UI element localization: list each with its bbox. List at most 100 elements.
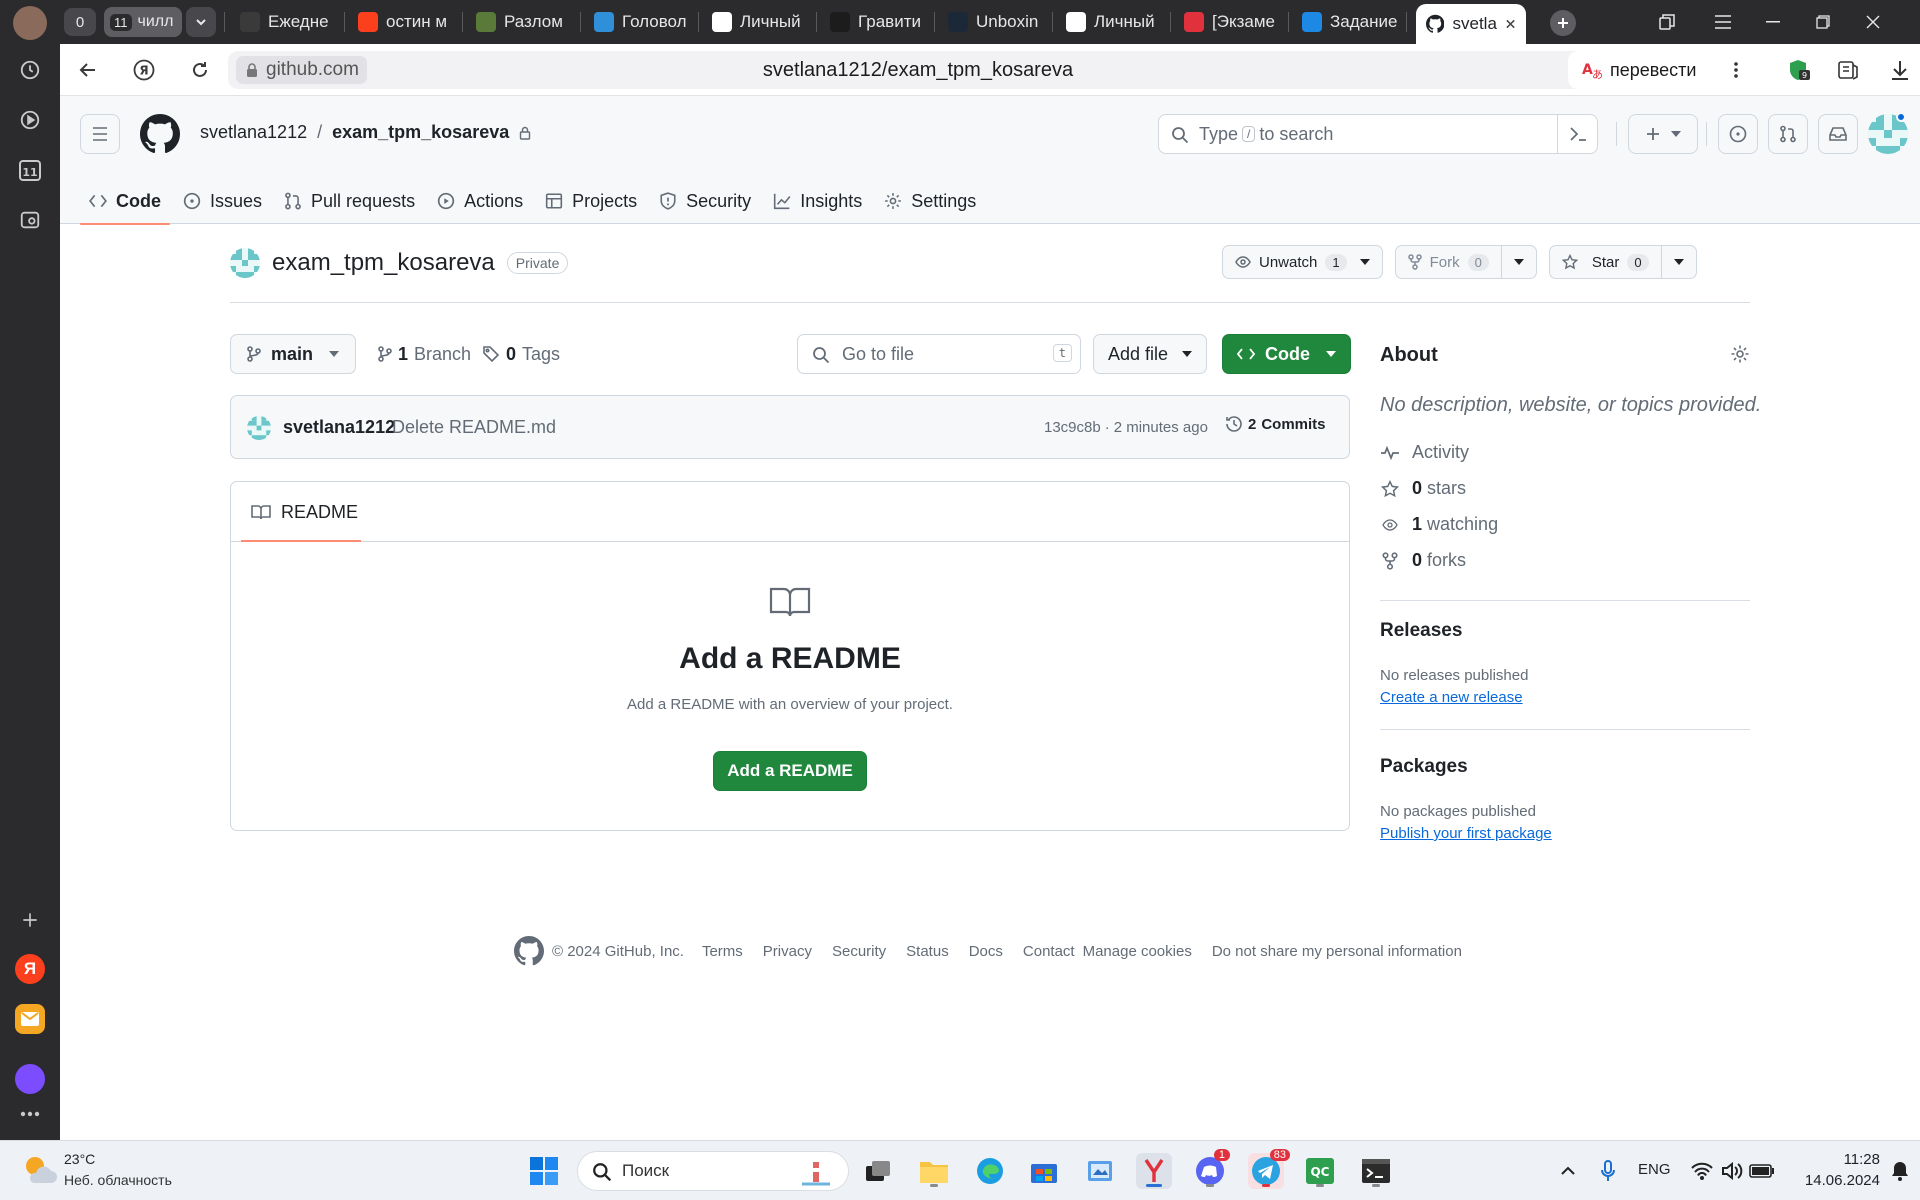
hamburger-menu-icon[interactable] xyxy=(80,114,120,154)
tab-insights[interactable]: Insights xyxy=(764,178,871,224)
file-explorer-icon[interactable] xyxy=(916,1153,952,1189)
url-field[interactable]: svetlana1212/exam_tpm_kosareva github.co… xyxy=(228,51,1608,89)
star-button[interactable]: Star 0 xyxy=(1548,245,1662,279)
tab-projects[interactable]: Projects xyxy=(536,178,646,224)
microphone-icon[interactable] xyxy=(1590,1153,1626,1189)
create-release-link[interactable]: Create a new release xyxy=(1380,689,1523,706)
gear-icon[interactable] xyxy=(1730,344,1750,364)
tab-security[interactable]: Security xyxy=(650,178,760,224)
windows-start-icon[interactable] xyxy=(526,1153,562,1189)
photos-app-icon[interactable] xyxy=(1082,1153,1118,1189)
yandex-icon[interactable]: Я xyxy=(15,954,45,984)
commit-sha[interactable]: 13c9c8b xyxy=(1044,419,1101,436)
branch-selector[interactable]: main xyxy=(230,334,357,374)
breadcrumb-owner[interactable]: svetlana1212 xyxy=(200,122,307,143)
github-logo-icon[interactable] xyxy=(514,936,544,966)
clock-time[interactable]: 11:28 xyxy=(1780,1151,1880,1168)
weather-icon[interactable] xyxy=(22,1153,58,1187)
calendar-icon[interactable]: 11 xyxy=(14,154,46,186)
add-readme-button[interactable]: Add a README xyxy=(713,751,867,791)
profile-avatar[interactable] xyxy=(13,6,47,40)
extension-shield-icon[interactable]: 9 xyxy=(1782,54,1814,86)
readme-tab[interactable]: README xyxy=(241,482,368,542)
browser-tab[interactable]: Разлом xyxy=(466,6,578,38)
tab-group[interactable]: 11 чилл xyxy=(104,7,182,37)
edge-icon[interactable] xyxy=(972,1153,1008,1189)
footer-link[interactable]: Security xyxy=(832,943,886,960)
inbox-button[interactable] xyxy=(1818,114,1858,154)
search-input[interactable]: Type / to search xyxy=(1158,114,1598,154)
go-to-file-input[interactable]: Go to file t xyxy=(797,334,1081,374)
pull-requests-button[interactable] xyxy=(1768,114,1808,154)
stars-link[interactable]: 0 stars xyxy=(1380,478,1466,499)
tab-code[interactable]: Code xyxy=(80,178,170,225)
menu-icon[interactable] xyxy=(1700,0,1746,44)
footer-link[interactable]: Do not share my personal information xyxy=(1212,943,1462,960)
terminal-icon[interactable] xyxy=(1358,1153,1394,1189)
releases-title[interactable]: Releases xyxy=(1380,620,1462,642)
browser-tab[interactable]: [Экзаме xyxy=(1174,6,1286,38)
download-icon[interactable] xyxy=(1884,54,1916,86)
discord-icon[interactable]: 1 xyxy=(1192,1149,1230,1189)
browser-tab[interactable]: Задание xyxy=(1292,6,1404,38)
alice-icon[interactable] xyxy=(15,1064,45,1094)
reload-icon[interactable] xyxy=(184,54,216,86)
browser-tab[interactable]: Головол xyxy=(584,6,696,38)
window-close-icon[interactable] xyxy=(1850,0,1896,44)
close-icon[interactable] xyxy=(1505,18,1516,30)
commits-link[interactable]: 2 Commits xyxy=(1225,415,1326,433)
commit-message[interactable]: Delete README.md xyxy=(392,417,556,438)
sidebar-notes-icon[interactable] xyxy=(1832,54,1864,86)
issues-button[interactable] xyxy=(1718,114,1758,154)
store-icon[interactable] xyxy=(1026,1153,1062,1189)
chevron-down-icon[interactable] xyxy=(186,7,216,37)
task-view-icon[interactable] xyxy=(860,1153,896,1189)
add-panel-icon[interactable] xyxy=(14,904,46,936)
github-logo-icon[interactable] xyxy=(140,114,180,154)
tab-active-github[interactable]: svetla xyxy=(1416,4,1526,44)
command-palette-icon[interactable] xyxy=(1557,114,1597,154)
code-button[interactable]: Code xyxy=(1222,334,1351,374)
forks-link[interactable]: 0 forks xyxy=(1380,550,1466,571)
taskbar-search[interactable]: Поиск xyxy=(577,1151,849,1191)
browser-tab[interactable]: Ежедне xyxy=(230,6,342,38)
new-tab-button[interactable] xyxy=(1550,10,1576,36)
tab-settings[interactable]: Settings xyxy=(875,178,985,224)
chevron-down-icon[interactable] xyxy=(1355,259,1382,265)
fork-button[interactable]: Fork 0 xyxy=(1394,245,1502,279)
more-dots-icon[interactable] xyxy=(14,1104,46,1124)
more-vertical-icon[interactable] xyxy=(1720,54,1752,86)
footer-link[interactable]: Manage cookies xyxy=(1083,943,1192,960)
repo-name[interactable]: exam_tpm_kosareva xyxy=(272,249,495,277)
yandex-browser-taskbar-icon[interactable] xyxy=(1136,1153,1172,1189)
history-icon[interactable] xyxy=(14,54,46,86)
yandex-browser-icon[interactable]: Я xyxy=(128,54,160,86)
commit-author[interactable]: svetlana1212 xyxy=(283,417,395,438)
branches-link[interactable]: 1 Branch xyxy=(378,334,471,374)
fork-dropdown[interactable] xyxy=(1501,245,1537,279)
add-file-button[interactable]: Add file xyxy=(1093,334,1208,374)
create-new-button[interactable] xyxy=(1628,114,1698,154)
chevron-up-icon[interactable] xyxy=(1550,1153,1586,1189)
footer-link[interactable]: Docs xyxy=(969,943,1003,960)
back-arrow-icon[interactable] xyxy=(72,54,104,86)
restore-icon[interactable] xyxy=(1800,0,1846,44)
tab-issues[interactable]: Issues xyxy=(174,178,271,224)
browser-tab[interactable]: остин м xyxy=(348,6,460,38)
qc-app-icon[interactable]: QC xyxy=(1302,1153,1338,1189)
breadcrumb-repo[interactable]: exam_tpm_kosareva xyxy=(332,122,509,143)
domain-chip[interactable]: github.com xyxy=(236,56,367,84)
watching-link[interactable]: 1 watching xyxy=(1380,514,1498,535)
mail-icon[interactable] xyxy=(15,1004,45,1034)
browser-tab[interactable]: Unboxin xyxy=(938,6,1050,38)
activity-link[interactable]: Activity xyxy=(1380,442,1469,463)
star-dropdown[interactable] xyxy=(1661,245,1697,279)
browser-tab[interactable]: Личный xyxy=(702,6,814,38)
tab-counter[interactable]: 0 xyxy=(64,8,96,36)
language-indicator[interactable]: ENG xyxy=(1638,1161,1671,1178)
publish-package-link[interactable]: Publish your first package xyxy=(1380,825,1552,842)
telegram-icon[interactable]: 83 xyxy=(1248,1149,1290,1189)
unwatch-button[interactable]: Unwatch 1 xyxy=(1222,245,1383,279)
translate-button[interactable]: Aあ перевести xyxy=(1568,51,1711,89)
battery-icon[interactable] xyxy=(1744,1153,1780,1189)
